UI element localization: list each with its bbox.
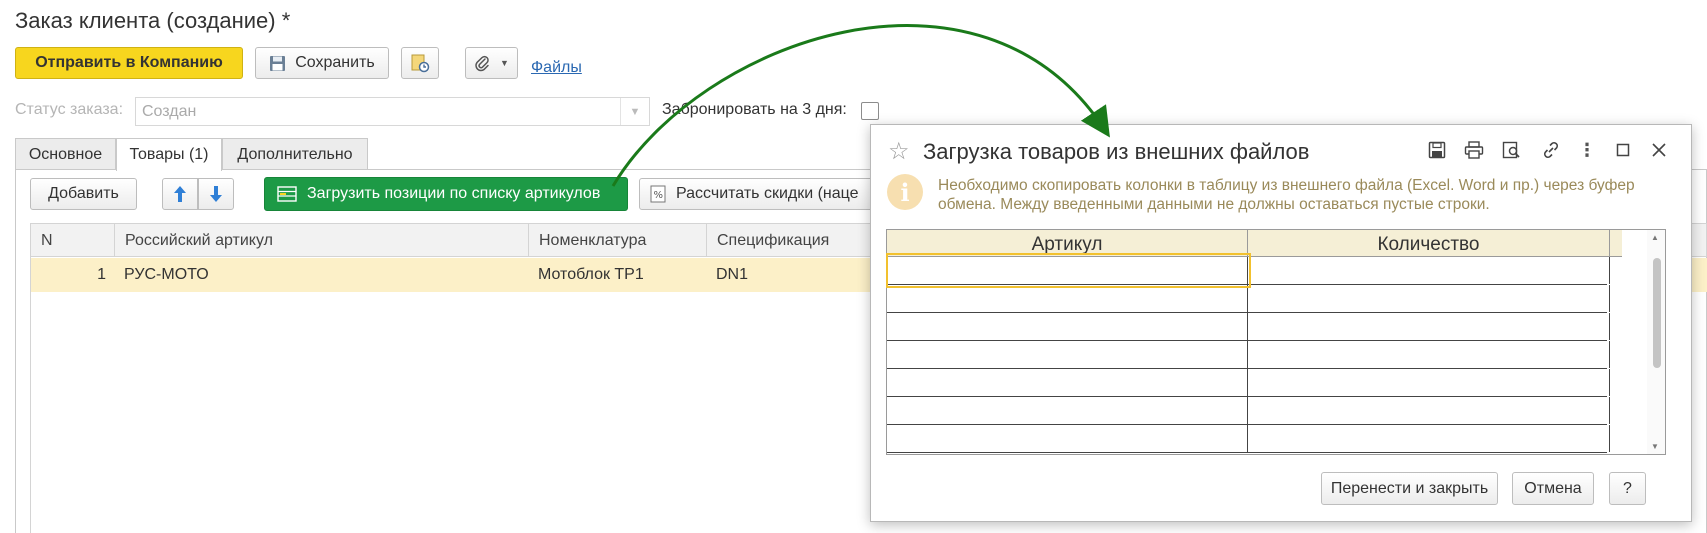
column-nomenclature[interactable]: Номенклатура xyxy=(529,224,707,257)
article-cell[interactable] xyxy=(887,313,1248,340)
preview-icon[interactable] xyxy=(1499,137,1525,163)
import-table-row[interactable] xyxy=(887,397,1610,425)
print-report-button[interactable] xyxy=(401,47,439,79)
percent-icon: % xyxy=(650,185,666,203)
quantity-cell[interactable] xyxy=(1248,285,1610,312)
column-n[interactable]: N xyxy=(31,224,115,257)
calculate-discounts-label: Рассчитать скидки (наце xyxy=(676,185,859,202)
status-label: Статус заказа: xyxy=(15,101,124,118)
scroll-thumb[interactable] xyxy=(1653,258,1661,368)
active-cell[interactable] xyxy=(886,253,1251,288)
load-goods-dialog: ☆ Загрузка товаров из внешних файлов ⋮ i… xyxy=(870,124,1692,522)
scroll-down-icon[interactable]: ▼ xyxy=(1651,442,1659,451)
import-table-row[interactable] xyxy=(887,369,1610,397)
article-cell[interactable] xyxy=(887,285,1248,312)
move-up-button[interactable] xyxy=(162,178,198,210)
table-left-border xyxy=(30,257,31,533)
article-cell[interactable] xyxy=(887,397,1248,424)
files-link[interactable]: Файлы xyxy=(531,59,582,77)
article-cell[interactable] xyxy=(887,341,1248,368)
quantity-cell[interactable] xyxy=(1248,397,1610,424)
table-load-icon xyxy=(277,186,297,202)
reserve-label: Забронировать на 3 дня: xyxy=(662,101,847,118)
save-button[interactable]: Сохранить xyxy=(255,47,389,79)
link-icon[interactable] xyxy=(1538,137,1564,163)
import-table-row[interactable] xyxy=(887,425,1610,453)
close-icon[interactable] xyxy=(1646,137,1672,163)
page-title: Заказ клиента (создание) * xyxy=(15,8,291,33)
tab-goods[interactable]: Товары (1) xyxy=(116,138,222,171)
paperclip-icon xyxy=(474,54,490,72)
attach-button[interactable]: ▼ xyxy=(465,47,518,79)
send-to-company-button[interactable]: Отправить в Компанию xyxy=(15,47,243,79)
import-table-row[interactable] xyxy=(887,313,1610,341)
row-number: 1 xyxy=(97,266,106,283)
save-icon[interactable] xyxy=(1424,137,1450,163)
chevron-down-icon: ▼ xyxy=(500,58,509,68)
article-cell[interactable] xyxy=(887,425,1248,452)
quantity-cell[interactable] xyxy=(1248,341,1610,368)
arrow-up-icon xyxy=(173,185,187,203)
report-icon xyxy=(410,53,430,73)
quantity-cell[interactable] xyxy=(1248,313,1610,340)
star-icon[interactable]: ☆ xyxy=(888,137,910,166)
calculate-discounts-button[interactable]: % Рассчитать скидки (наце xyxy=(639,178,884,210)
info-icon: i xyxy=(887,174,923,210)
dialog-title: Загрузка товаров из внешних файлов xyxy=(923,139,1310,164)
status-field[interactable]: Создан xyxy=(135,97,650,126)
import-table-row[interactable] xyxy=(887,341,1610,369)
move-down-button[interactable] xyxy=(198,178,234,210)
import-table-row[interactable] xyxy=(887,285,1610,313)
row-nomenclature: Мотоблок ТР1 xyxy=(538,266,644,283)
svg-text:%: % xyxy=(654,190,664,201)
reserve-checkbox[interactable] xyxy=(861,102,879,120)
load-by-articles-button[interactable]: Загрузить позиции по списку артикулов xyxy=(264,177,628,211)
maximize-icon[interactable] xyxy=(1610,137,1636,163)
save-button-label: Сохранить xyxy=(295,54,375,71)
more-icon[interactable]: ⋮ xyxy=(1574,137,1600,163)
arrow-down-icon xyxy=(209,185,223,203)
tab-additional[interactable]: Дополнительно xyxy=(222,138,368,170)
print-icon[interactable] xyxy=(1461,137,1487,163)
column-quantity[interactable]: Количество xyxy=(1248,230,1610,257)
quantity-cell[interactable] xyxy=(1248,425,1610,452)
article-cell[interactable] xyxy=(887,369,1248,396)
transfer-and-close-button[interactable]: Перенести и закрыть xyxy=(1321,472,1498,505)
info-text: Необходимо скопировать колонки в таблицу… xyxy=(938,177,1635,213)
add-button[interactable]: Добавить xyxy=(30,178,137,210)
load-by-articles-label: Загрузить позиции по списку артикулов xyxy=(307,185,601,202)
row-article: РУС-МОТО xyxy=(124,266,209,283)
cancel-button[interactable]: Отмена xyxy=(1512,472,1594,505)
tab-main[interactable]: Основное xyxy=(15,138,116,170)
quantity-cell[interactable] xyxy=(1248,257,1610,284)
column-russian-article[interactable]: Российский артикул xyxy=(115,224,529,257)
status-dropdown-icon[interactable]: ▼ xyxy=(620,98,649,125)
quantity-cell[interactable] xyxy=(1248,369,1610,396)
floppy-icon xyxy=(269,55,286,72)
help-button[interactable]: ? xyxy=(1609,472,1646,505)
scroll-up-icon[interactable]: ▲ xyxy=(1651,233,1659,242)
scrollbar[interactable]: ▲ ▼ xyxy=(1647,230,1665,454)
